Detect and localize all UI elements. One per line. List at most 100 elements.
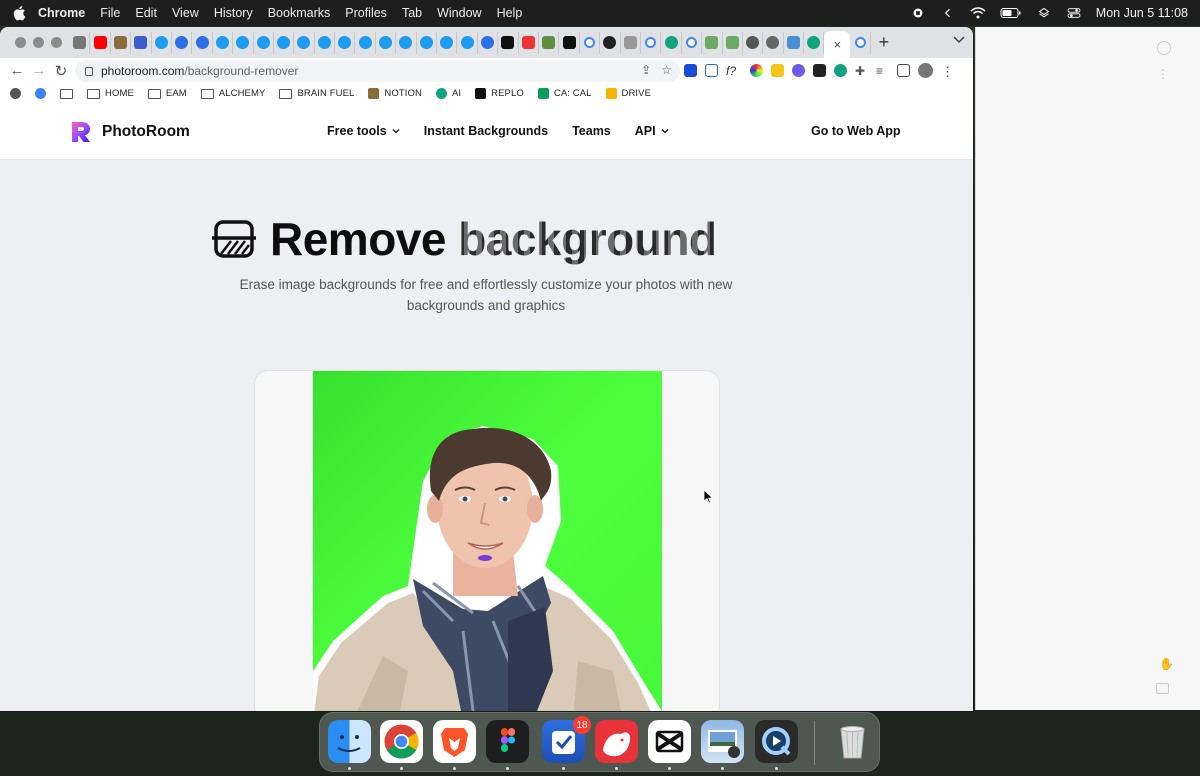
bookmark-ai[interactable]: AI: [435, 88, 461, 99]
tab-twitter[interactable]: [315, 31, 336, 54]
color-picker-icon[interactable]: [750, 64, 763, 77]
tab-bug[interactable]: [743, 31, 764, 54]
nav-api[interactable]: API: [635, 124, 669, 138]
font-finder-icon[interactable]: f?: [726, 64, 742, 78]
background-window[interactable]: ⋮ ✋: [975, 27, 1200, 710]
bookmark-replo[interactable]: REPLO: [475, 88, 524, 99]
lock-icon[interactable]: [85, 66, 93, 76]
tab-wordle[interactable]: [702, 31, 723, 54]
tab-twitter[interactable]: [233, 31, 254, 54]
layers-icon[interactable]: [1036, 7, 1052, 19]
tab-globe[interactable]: [763, 31, 784, 54]
tab-twitter[interactable]: [417, 31, 438, 54]
more-vertical-icon[interactable]: ⋮: [1157, 67, 1169, 81]
ruler-extension-icon[interactable]: [771, 64, 784, 77]
chrome-menu-icon[interactable]: ⋮: [941, 64, 954, 79]
zoom-window-icon[interactable]: [51, 37, 62, 48]
menu-file[interactable]: File: [100, 6, 120, 20]
bookmark-alchemy[interactable]: ALCHEMY: [200, 88, 266, 99]
tab-threads[interactable]: [172, 31, 193, 54]
menu-help[interactable]: Help: [497, 6, 523, 20]
menubar-clock[interactable]: Mon Jun 5 11:08: [1096, 6, 1188, 20]
tab-active[interactable]: ×: [824, 31, 851, 58]
bookmark-brain-fuel[interactable]: BRAIN FUEL: [279, 88, 354, 99]
tab-twitter[interactable]: [274, 31, 295, 54]
bookmark-drive[interactable]: DRIVE: [605, 88, 652, 99]
star-icon[interactable]: ☆: [661, 63, 672, 77]
screenshot-extension-icon[interactable]: [705, 64, 718, 77]
tab-calendar[interactable]: [519, 31, 539, 54]
tab-google[interactable]: [580, 31, 601, 54]
bookmark-drop[interactable]: [35, 88, 46, 99]
tab-threads[interactable]: [192, 31, 213, 54]
tab-twitter[interactable]: [457, 31, 478, 54]
tab-twitter[interactable]: [355, 31, 376, 54]
nav-instant-backgrounds[interactable]: Instant Backgrounds: [424, 124, 548, 138]
gear-extension-icon[interactable]: [792, 64, 805, 77]
menu-tab[interactable]: Tab: [402, 6, 422, 20]
tab-wordle[interactable]: [723, 31, 743, 54]
nav-free-tools[interactable]: Free tools: [327, 124, 400, 138]
quicktime-icon[interactable]: [755, 720, 798, 763]
tab-photo[interactable]: [111, 31, 132, 54]
reload-button[interactable]: ↻: [50, 62, 72, 80]
chevron-left-icon[interactable]: [940, 7, 956, 19]
info-icon[interactable]: [1157, 41, 1171, 55]
tab-twitter[interactable]: [152, 31, 172, 54]
bear-app-icon[interactable]: [595, 720, 638, 763]
tab-google[interactable]: [641, 31, 662, 54]
menu-window[interactable]: Window: [437, 6, 481, 20]
bookmark-folder[interactable]: [60, 88, 73, 99]
tab-mute[interactable]: [70, 31, 91, 54]
photoroom-logo[interactable]: PhotoRoom: [69, 120, 190, 144]
chrome-app-icon[interactable]: [380, 720, 423, 763]
back-button[interactable]: ←: [6, 62, 28, 79]
bookmark-notion[interactable]: NOTION: [368, 88, 422, 99]
puzzle-icon[interactable]: ✚: [855, 64, 868, 78]
bookmark-home[interactable]: HOME: [87, 88, 134, 99]
media-control-icon[interactable]: ≡: [876, 64, 889, 78]
screen-record-icon[interactable]: [910, 7, 926, 19]
new-tab-button[interactable]: +: [871, 32, 897, 53]
tab-mono[interactable]: [600, 31, 621, 54]
tab-s-app[interactable]: [784, 31, 805, 54]
bookmark-eam[interactable]: EAM: [147, 88, 187, 99]
close-window-icon[interactable]: [15, 37, 26, 48]
bookmark-ca-cal[interactable]: CA: CAL: [537, 88, 592, 99]
tab-google[interactable]: [682, 31, 703, 54]
nav-teams[interactable]: Teams: [572, 124, 611, 138]
wifi-icon[interactable]: [970, 7, 986, 19]
menu-view[interactable]: View: [172, 6, 199, 20]
tab-twitter[interactable]: [213, 31, 234, 54]
menu-history[interactable]: History: [214, 6, 253, 20]
minimize-window-icon[interactable]: [33, 37, 44, 48]
trash-icon[interactable]: [831, 720, 874, 763]
hand-icon[interactable]: ✋: [1159, 657, 1174, 671]
tab-twitter[interactable]: [437, 31, 458, 54]
control-center-icon[interactable]: [1066, 7, 1082, 19]
tab-chatgpt[interactable]: [661, 31, 682, 54]
copy-icon[interactable]: [1156, 683, 1169, 694]
menu-bookmarks[interactable]: Bookmarks: [268, 6, 331, 20]
profile-avatar[interactable]: [918, 63, 933, 78]
capcut-icon[interactable]: [648, 720, 691, 763]
tab-twitter[interactable]: [294, 31, 315, 54]
tab-threads[interactable]: [478, 31, 499, 54]
tab-pointer[interactable]: [131, 31, 152, 54]
chatgpt-extension-icon[interactable]: [834, 64, 847, 77]
bitwarden-icon[interactable]: [684, 64, 697, 77]
tab-twitter[interactable]: [254, 31, 274, 54]
tab-twitter[interactable]: [376, 31, 397, 54]
battery-icon[interactable]: [1000, 7, 1022, 19]
tab-search-icon[interactable]: [953, 36, 965, 44]
tab-twitter[interactable]: [396, 31, 417, 54]
tasks-app-icon[interactable]: 18: [542, 716, 591, 763]
tab-bold[interactable]: [559, 31, 580, 54]
address-bar[interactable]: photoroom.com/background-remover ⇪ ☆: [75, 60, 680, 82]
tab-shopify[interactable]: [539, 31, 560, 54]
menu-profiles[interactable]: Profiles: [345, 6, 387, 20]
dark-extension-icon[interactable]: [813, 64, 826, 77]
go-to-web-app-link[interactable]: Go to Web App: [811, 124, 901, 138]
tab-bold[interactable]: [498, 31, 519, 54]
forward-button[interactable]: →: [28, 62, 50, 79]
